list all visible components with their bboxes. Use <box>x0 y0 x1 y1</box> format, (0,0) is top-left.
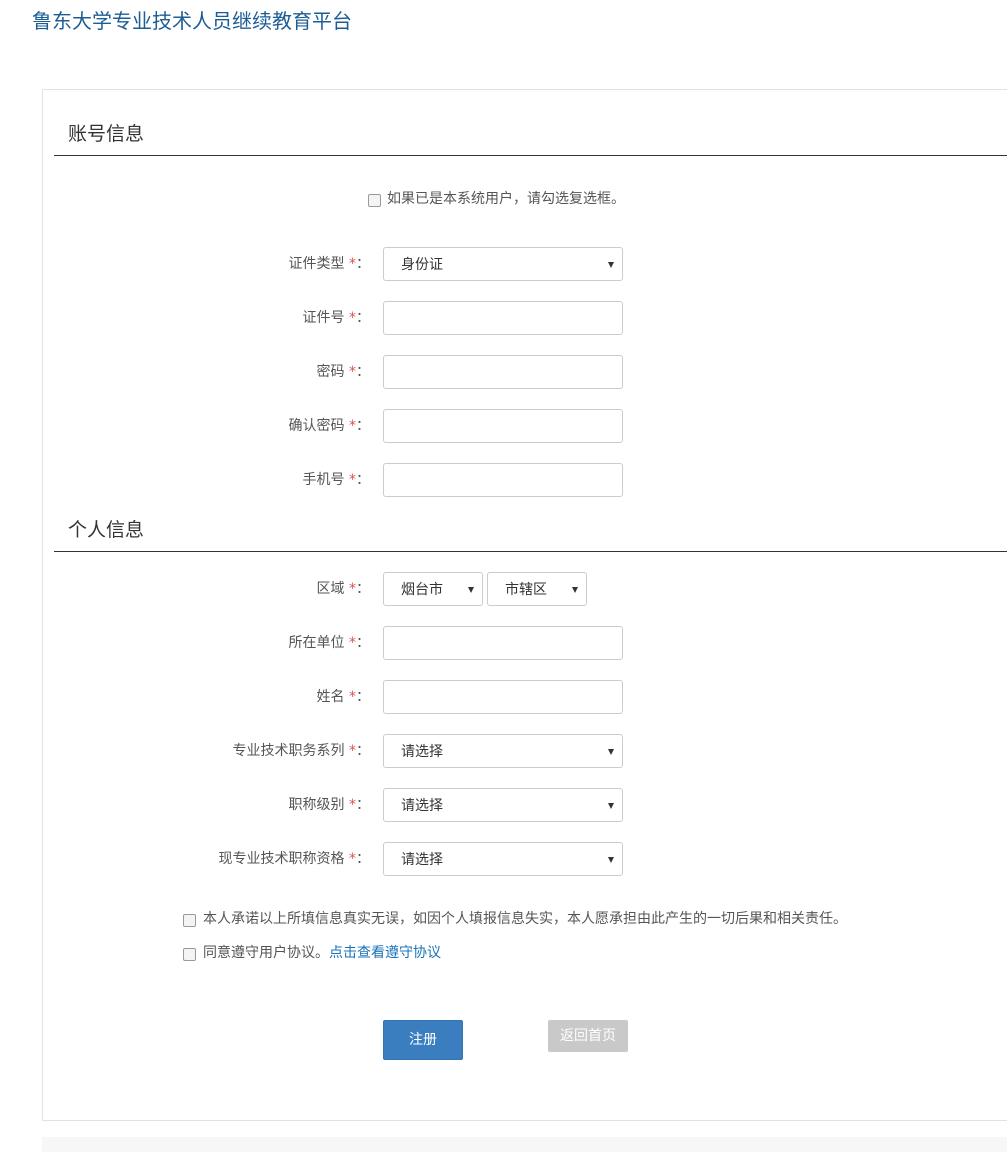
id-type-select-value: 身份证 <box>401 257 443 273</box>
label-colon: ： <box>356 418 370 434</box>
region-label-text: 区域 <box>316 581 345 597</box>
label-colon: ： <box>356 689 370 705</box>
label-colon: ： <box>356 256 370 272</box>
title-series-select-value: 请选择 <box>401 744 443 760</box>
chevron-down-icon <box>608 749 614 755</box>
required-marker: * <box>349 581 356 597</box>
title-series-label-text: 专业技术职务系列 <box>232 743 345 759</box>
phone-label: 手机号 *： <box>70 470 370 490</box>
district-select[interactable]: 市辖区 <box>487 572 587 606</box>
truthfulness-checkbox[interactable] <box>183 914 196 927</box>
existing-user-checkbox-label: 如果已是本系统用户，请勾选复选框。 <box>387 191 625 207</box>
user-agreement-label: 同意遵守用户协议。点击查看遵守协议 <box>203 943 441 963</box>
chevron-down-icon <box>608 857 614 863</box>
view-agreement-link[interactable]: 点击查看遵守协议 <box>329 945 441 961</box>
site-title: 鲁东大学专业技术人员继续教育平台 <box>32 9 352 33</box>
title-level-select-value: 请选择 <box>401 798 443 814</box>
title-level-select[interactable]: 请选择 <box>383 788 623 822</box>
truthfulness-label: 本人承诺以上所填信息真实无误，如因个人填报信息失实，本人愿承担由此产生的一切后果… <box>203 911 847 927</box>
title-level-label-text: 职称级别 <box>288 797 345 813</box>
label-colon: ： <box>356 364 370 380</box>
personal-section-title: 个人信息 <box>68 519 145 541</box>
required-marker: * <box>349 256 356 272</box>
phone-input[interactable] <box>383 463 623 497</box>
required-marker: * <box>349 364 356 380</box>
title-qualification-label-text: 现专业技术职称资格 <box>218 851 345 867</box>
id-number-label-text: 证件号 <box>302 310 345 326</box>
id-type-label: 证件类型 *： <box>70 254 370 274</box>
personal-section-divider <box>54 551 1007 552</box>
title-level-label: 职称级别 *： <box>70 795 370 815</box>
label-colon: ： <box>356 472 370 488</box>
footer-strip <box>42 1137 1007 1152</box>
account-section-divider <box>54 155 1007 156</box>
chevron-down-icon <box>608 262 614 268</box>
required-marker: * <box>349 797 356 813</box>
chevron-down-icon <box>468 587 474 593</box>
required-marker: * <box>349 851 356 867</box>
user-agreement-checkbox[interactable] <box>183 948 196 961</box>
title-qualification-select-value: 请选择 <box>401 852 443 868</box>
required-marker: * <box>349 635 356 651</box>
city-select-value: 烟台市 <box>401 582 443 598</box>
account-section-title: 账号信息 <box>68 123 145 145</box>
required-marker: * <box>349 472 356 488</box>
label-colon: ： <box>356 743 370 759</box>
title-series-select[interactable]: 请选择 <box>383 734 623 768</box>
required-marker: * <box>349 310 356 326</box>
name-label-text: 姓名 <box>316 689 345 705</box>
register-button[interactable]: 注册 <box>383 1020 463 1060</box>
label-colon: ： <box>356 310 370 326</box>
chevron-down-icon <box>608 803 614 809</box>
password-input[interactable] <box>383 355 623 389</box>
confirm-password-label: 确认密码 *： <box>70 416 370 436</box>
confirm-password-input[interactable] <box>383 409 623 443</box>
id-type-label-text: 证件类型 <box>288 256 345 272</box>
confirm-password-label-text: 确认密码 <box>288 418 345 434</box>
label-colon: ： <box>356 635 370 651</box>
district-select-value: 市辖区 <box>505 582 547 598</box>
registration-panel: 账号信息 如果已是本系统用户，请勾选复选框。 证件类型 *： 身份证 证件号 *… <box>42 89 1007 1121</box>
phone-label-text: 手机号 <box>302 472 345 488</box>
region-label: 区域 *： <box>70 579 370 599</box>
label-colon: ： <box>356 797 370 813</box>
employer-label: 所在单位 *： <box>70 633 370 653</box>
title-series-label: 专业技术职务系列 *： <box>70 741 370 761</box>
employer-label-text: 所在单位 <box>288 635 345 651</box>
id-type-select[interactable]: 身份证 <box>383 247 623 281</box>
title-qualification-label: 现专业技术职称资格 *： <box>70 849 370 869</box>
chevron-down-icon <box>572 587 578 593</box>
employer-input[interactable] <box>383 626 623 660</box>
password-label: 密码 *： <box>70 362 370 382</box>
city-select[interactable]: 烟台市 <box>383 572 483 606</box>
name-input[interactable] <box>383 680 623 714</box>
title-qualification-select[interactable]: 请选择 <box>383 842 623 876</box>
password-label-text: 密码 <box>316 364 345 380</box>
required-marker: * <box>349 689 356 705</box>
user-agreement-text: 同意遵守用户协议。 <box>203 945 329 961</box>
id-number-input[interactable] <box>383 301 623 335</box>
id-number-label: 证件号 *： <box>70 308 370 328</box>
label-colon: ： <box>356 581 370 597</box>
required-marker: * <box>349 743 356 759</box>
name-label: 姓名 *： <box>70 687 370 707</box>
back-home-button[interactable]: 返回首页 <box>548 1020 628 1052</box>
required-marker: * <box>349 418 356 434</box>
label-colon: ： <box>356 851 370 867</box>
existing-user-checkbox[interactable] <box>368 194 381 207</box>
